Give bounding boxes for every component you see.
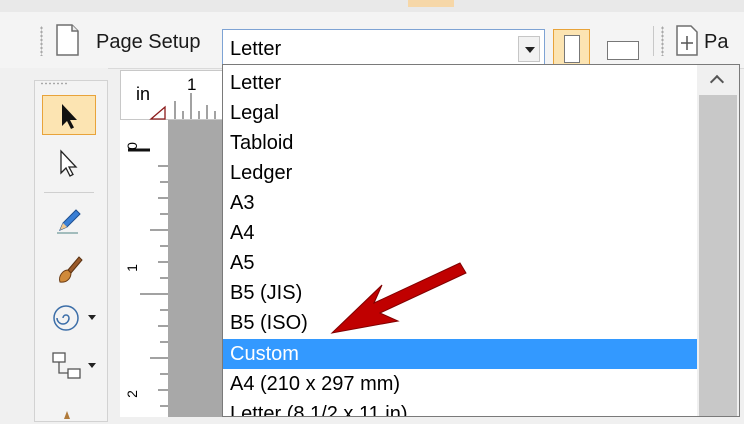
- toolbar-separator: [653, 26, 654, 56]
- scrollbar-thumb[interactable]: [699, 95, 737, 416]
- chevron-down-icon[interactable]: [88, 363, 96, 368]
- brush-icon: [59, 256, 83, 283]
- page-setup-toolbar: Page Setup Letter Pa: [0, 12, 744, 69]
- spiral-icon: [53, 305, 79, 331]
- option-letter[interactable]: Letter: [223, 68, 697, 98]
- portrait-icon: [564, 35, 580, 63]
- connector-icon: [52, 352, 81, 379]
- annotation-arrow-icon: [330, 262, 467, 334]
- arrow-pointer-icon: [62, 104, 77, 129]
- hollow-pointer-icon: [60, 149, 78, 177]
- pencil-tool[interactable]: [42, 200, 96, 240]
- tools-separator: [44, 192, 94, 193]
- toolbar-grip-2[interactable]: [661, 26, 664, 56]
- landscape-icon: [607, 41, 639, 60]
- page-add-icon[interactable]: [672, 22, 702, 58]
- ruler-v-tick-0: 0: [123, 142, 140, 150]
- scroll-up-arrow-icon[interactable]: [697, 65, 739, 93]
- tools-panel-grip[interactable]: [40, 82, 68, 85]
- pencil-icon: [57, 209, 81, 234]
- option-a3[interactable]: A3: [223, 188, 697, 218]
- portrait-button[interactable]: [553, 29, 590, 69]
- ruler-v-tick-1: 1: [123, 264, 140, 272]
- vertical-ruler: 0 1 2: [120, 120, 169, 417]
- window-top-strip: [0, 0, 744, 12]
- page-size-value: Letter: [230, 38, 282, 60]
- canvas-area[interactable]: [168, 120, 230, 417]
- select-tool[interactable]: [42, 95, 96, 135]
- page-setup-icon: [52, 22, 84, 58]
- tools-panel: [0, 68, 108, 422]
- page-size-select[interactable]: Letter: [222, 29, 545, 69]
- truncated-toolbar-label: Pa: [704, 31, 729, 53]
- spiral-tool[interactable]: [42, 298, 96, 338]
- option-ledger[interactable]: Ledger: [223, 158, 697, 188]
- option-a4-mm[interactable]: A4 (210 x 297 mm): [223, 369, 697, 399]
- landscape-button[interactable]: [603, 32, 643, 66]
- page-size-dropdown-list[interactable]: Letter Legal Tabloid Ledger A3 A4 A5 B5 …: [222, 64, 740, 417]
- cut-off-tool-icon: [62, 406, 72, 419]
- option-legal[interactable]: Legal: [223, 98, 697, 128]
- connector-tool[interactable]: [42, 346, 96, 386]
- chevron-down-icon[interactable]: [88, 315, 96, 320]
- direct-select-tool[interactable]: [42, 143, 96, 183]
- page-setup-label: Page Setup: [96, 31, 201, 53]
- option-letter-in[interactable]: Letter (8 1/2 x 11 in): [223, 399, 697, 416]
- toolbar-grip[interactable]: [40, 26, 43, 56]
- option-tabloid[interactable]: Tabloid: [223, 128, 697, 158]
- dropdown-scrollbar[interactable]: [697, 65, 739, 416]
- ruler-v-tick-2: 2: [123, 390, 140, 398]
- active-tab-marker: [408, 0, 454, 7]
- brush-tool[interactable]: [42, 250, 96, 290]
- dropdown-arrow-button[interactable]: [518, 36, 540, 62]
- option-a4[interactable]: A4: [223, 218, 697, 248]
